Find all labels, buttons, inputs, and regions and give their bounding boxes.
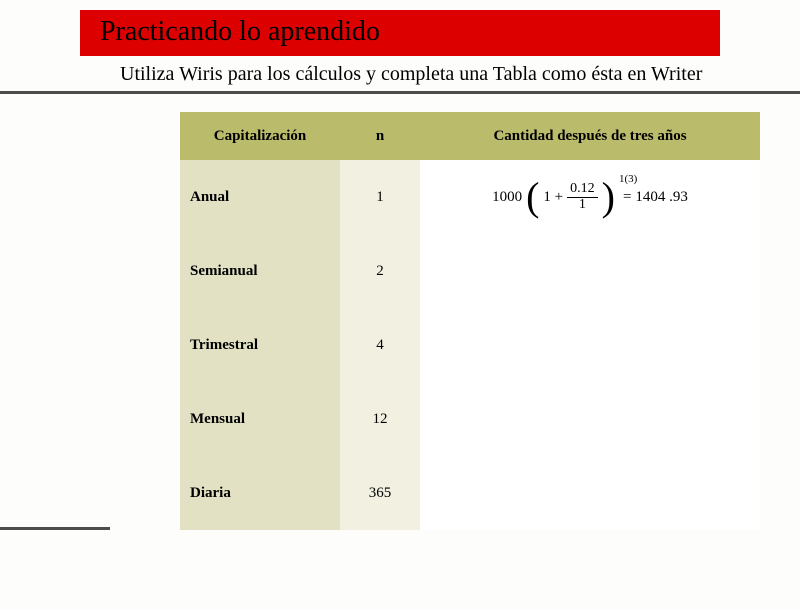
row-n: 365 — [340, 456, 420, 530]
table-row: Mensual 12 — [180, 382, 760, 456]
row-label: Semianual — [180, 234, 340, 308]
row-n: 1 — [340, 160, 420, 234]
formula-equals: = — [623, 189, 631, 206]
fraction-numerator: 0.12 — [567, 182, 598, 198]
row-label: Trimestral — [180, 308, 340, 382]
capitalization-table: Capitalización n Cantidad después de tre… — [180, 112, 760, 530]
formula-base: 1000 — [492, 189, 522, 206]
row-amount — [420, 234, 760, 308]
row-amount — [420, 308, 760, 382]
formula-fraction: 0.12 1 — [567, 182, 598, 212]
formula-result: 1404 .93 — [635, 189, 688, 206]
header-capitalization: Capitalización — [180, 112, 340, 160]
side-accent — [0, 527, 110, 530]
row-n: 12 — [340, 382, 420, 456]
row-amount — [420, 382, 760, 456]
header-amount: Cantidad después de tres años — [420, 112, 760, 160]
row-n: 2 — [340, 234, 420, 308]
table-row: Anual 1 1000 ( 1 + 0.12 1 ) 1(3) — [180, 160, 760, 234]
table-row: Trimestral 4 — [180, 308, 760, 382]
row-label: Diaria — [180, 456, 340, 530]
row-amount — [420, 456, 760, 530]
table-row: Semianual 2 — [180, 234, 760, 308]
row-label: Mensual — [180, 382, 340, 456]
fraction-denominator: 1 — [576, 198, 589, 213]
divider — [0, 91, 800, 94]
paren-right-icon: ) — [602, 177, 615, 217]
formula-inner-left: 1 + — [543, 189, 563, 206]
table-row: Diaria 365 — [180, 456, 760, 530]
formula: 1000 ( 1 + 0.12 1 ) 1(3) = 1404 .93 — [492, 177, 688, 217]
row-label: Anual — [180, 160, 340, 234]
row-amount: 1000 ( 1 + 0.12 1 ) 1(3) = 1404 .93 — [420, 160, 760, 234]
header-n: n — [340, 112, 420, 160]
row-n: 4 — [340, 308, 420, 382]
paren-left-icon: ( — [526, 177, 539, 217]
formula-exponent: 1(3) — [619, 173, 637, 185]
slide-title: Practicando lo aprendido — [80, 10, 720, 56]
slide-subtitle: Utiliza Wiris para los cálculos y comple… — [120, 62, 720, 87]
